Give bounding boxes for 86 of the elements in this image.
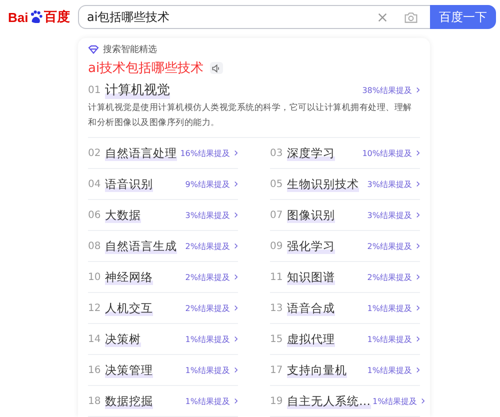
mention-link[interactable]: 1%结果提及 <box>367 302 412 314</box>
rank-number: 09 <box>270 240 284 252</box>
item-name[interactable]: 虚拟代理 <box>287 332 335 346</box>
rank-number: 01 <box>88 84 102 96</box>
item-name[interactable]: 生物识别技术 <box>287 176 359 192</box>
rank-number: 08 <box>88 240 102 252</box>
chevron-right-icon[interactable] <box>416 367 420 373</box>
item-name[interactable]: 数据挖掘 <box>105 394 153 408</box>
baidu-logo[interactable]: Bai 百度 <box>8 7 74 27</box>
mention-link[interactable]: 3%结果提及 <box>367 210 412 220</box>
item-name[interactable]: 自主无人系统… <box>287 394 370 408</box>
item-name[interactable]: 决策树 <box>105 332 141 346</box>
mention-link[interactable]: 2%结果提及 <box>185 272 230 282</box>
chevron-right-icon[interactable] <box>416 150 420 156</box>
rank-number: 19 <box>270 396 284 406</box>
item-name[interactable]: 支持向量机 <box>287 362 347 378</box>
mention-link[interactable]: 1%结果提及 <box>185 334 230 344</box>
mention-link[interactable]: 10%结果提及 <box>362 148 412 158</box>
close-icon[interactable] <box>377 12 388 22</box>
item-name[interactable]: 计算机视觉 <box>105 81 170 99</box>
chevron-right-icon[interactable] <box>421 398 426 404</box>
chevron-right-icon[interactable] <box>416 243 420 249</box>
chevron-right-icon[interactable] <box>416 87 420 93</box>
mention-link[interactable]: 9%结果提及 <box>185 178 230 190</box>
mention-link[interactable]: 3%结果提及 <box>185 210 230 220</box>
mention-link[interactable]: 16%结果提及 <box>180 148 230 158</box>
chevron-right-icon[interactable] <box>234 305 238 311</box>
rank-number: 14 <box>88 334 102 344</box>
item-name[interactable]: 决策管理 <box>105 362 153 378</box>
item-name[interactable]: 人机交互 <box>105 300 153 316</box>
chevron-right-icon[interactable] <box>234 398 238 404</box>
chevron-right-icon[interactable] <box>234 150 238 156</box>
rank-number: 12 <box>88 302 102 314</box>
answer-title[interactable]: ai技术包括哪些技术 <box>88 59 204 77</box>
source-label: 搜索智能精选 <box>103 44 157 56</box>
rank-number: 16 <box>88 364 102 376</box>
mention-link[interactable]: 1%结果提及 <box>185 364 230 376</box>
search-field[interactable]: ai包括哪些技术 <box>78 5 430 29</box>
item-name[interactable]: 神经网络 <box>105 270 153 284</box>
item-name[interactable]: 知识图谱 <box>287 270 335 284</box>
rank-number: 06 <box>88 210 102 220</box>
rank-number: 17 <box>270 364 284 376</box>
chevron-right-icon[interactable] <box>234 274 238 280</box>
mention-link[interactable]: 2%结果提及 <box>185 302 230 314</box>
diamond-icon <box>88 44 99 54</box>
chevron-right-icon[interactable] <box>234 336 238 342</box>
item-name[interactable]: 深度学习 <box>287 146 335 160</box>
item-name[interactable]: 强化学习 <box>287 238 335 254</box>
chevron-right-icon[interactable] <box>416 181 420 187</box>
mention-link[interactable]: 1%结果提及 <box>372 396 418 406</box>
mention-link[interactable]: 1%结果提及 <box>367 334 412 344</box>
rank-number: 03 <box>270 148 284 158</box>
rank-number: 04 <box>88 178 102 190</box>
rank-number: 07 <box>270 210 284 220</box>
mention-link[interactable]: 2%结果提及 <box>185 240 230 252</box>
item-name[interactable]: 图像识别 <box>287 208 335 222</box>
rank-number: 18 <box>88 396 102 406</box>
description: 计算机视觉是使用计算机模仿人类视觉系统的科学，它可以让计算机拥有处理、理解和分析图像以及图像序列的能力。 <box>88 101 420 138</box>
rank-number: 15 <box>270 334 284 344</box>
rank-number: 13 <box>270 302 284 314</box>
mention-link[interactable]: 1%结果提及 <box>185 396 230 406</box>
mention-link[interactable]: 2%结果提及 <box>367 272 412 282</box>
speaker-icon[interactable] <box>210 62 223 74</box>
chevron-right-icon[interactable] <box>416 212 420 218</box>
rank-number: 10 <box>88 272 102 282</box>
chevron-right-icon[interactable] <box>416 336 420 342</box>
mention-link[interactable]: 38%结果提及 <box>362 84 412 96</box>
item-name[interactable]: 大数据 <box>105 208 141 222</box>
search-button[interactable]: 百度一下 <box>430 5 496 29</box>
rank-number: 11 <box>270 272 284 282</box>
mention-link[interactable]: 1%结果提及 <box>367 364 412 376</box>
item-name[interactable]: 语音识别 <box>105 176 153 192</box>
chevron-right-icon[interactable] <box>234 367 238 373</box>
rank-number: 05 <box>270 178 284 190</box>
chevron-right-icon[interactable] <box>234 212 238 218</box>
item-name[interactable]: 自然语言生成 <box>105 238 177 254</box>
chevron-right-icon[interactable] <box>234 243 238 249</box>
mention-link[interactable]: 3%结果提及 <box>367 178 412 190</box>
item-name[interactable]: 语音合成 <box>287 300 335 316</box>
chevron-right-icon[interactable] <box>234 181 238 187</box>
chevron-right-icon[interactable] <box>416 305 420 311</box>
chevron-right-icon[interactable] <box>416 274 420 280</box>
rank-number: 02 <box>88 148 102 158</box>
item-name[interactable]: 自然语言处理 <box>105 146 177 160</box>
mention-link[interactable]: 2%结果提及 <box>367 240 412 252</box>
paw-icon <box>29 10 44 24</box>
